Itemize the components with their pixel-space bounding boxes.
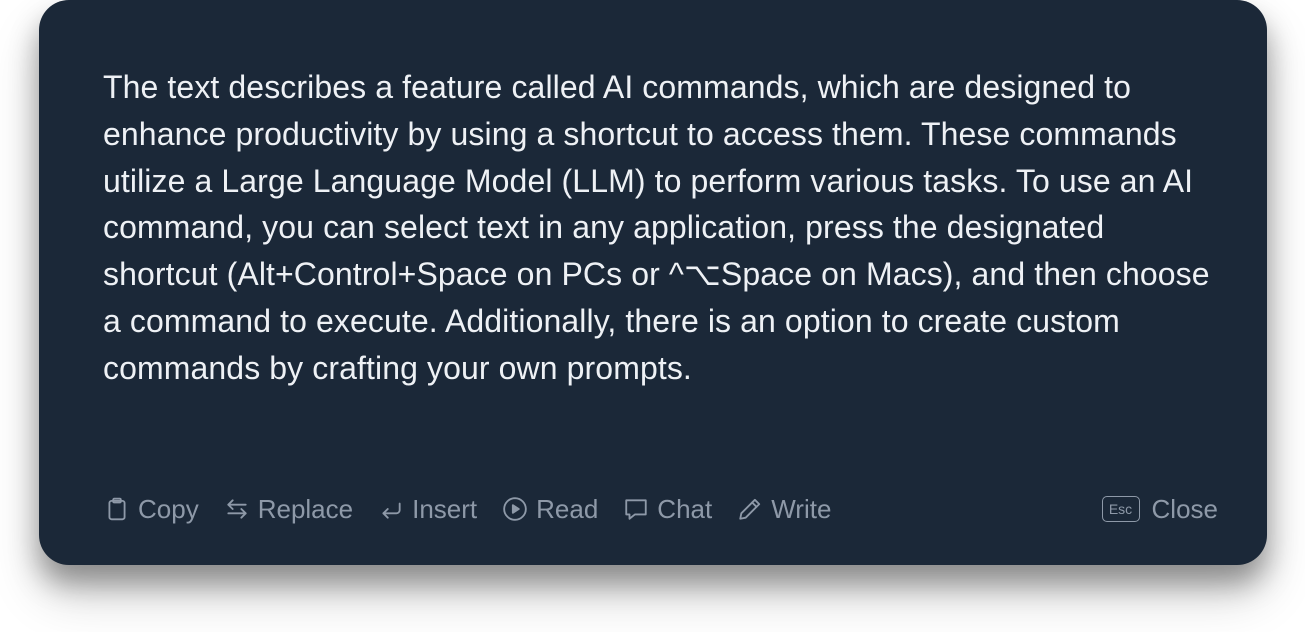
copy-button[interactable]: Copy	[103, 494, 199, 525]
chat-button[interactable]: Chat	[622, 494, 712, 525]
chat-bubble-icon	[622, 495, 650, 523]
summary-text: The text describes a feature called AI c…	[103, 69, 1210, 386]
replace-label: Replace	[257, 493, 354, 524]
chat-label: Chat	[657, 493, 713, 524]
read-label: Read	[536, 493, 599, 524]
insert-button[interactable]: Insert	[377, 494, 477, 525]
play-circle-icon	[501, 495, 529, 523]
replace-button[interactable]: Replace	[223, 494, 353, 525]
read-button[interactable]: Read	[501, 494, 598, 525]
write-label: Write	[771, 493, 832, 524]
copy-label: Copy	[138, 493, 199, 524]
insert-label: Insert	[412, 493, 478, 524]
ai-result-panel: The text describes a feature called AI c…	[39, 0, 1267, 565]
esc-key-icon: Esc	[1101, 496, 1140, 522]
close-button[interactable]: Esc Close	[1101, 493, 1218, 525]
pencil-icon	[736, 495, 764, 523]
swap-arrows-icon	[223, 495, 251, 523]
write-button[interactable]: Write	[736, 494, 831, 525]
return-arrow-icon	[377, 495, 405, 523]
action-bar: Copy Replace Insert Read Chat Write Esc …	[103, 486, 1218, 532]
close-label: Close	[1151, 493, 1218, 524]
clipboard-icon	[103, 495, 131, 523]
